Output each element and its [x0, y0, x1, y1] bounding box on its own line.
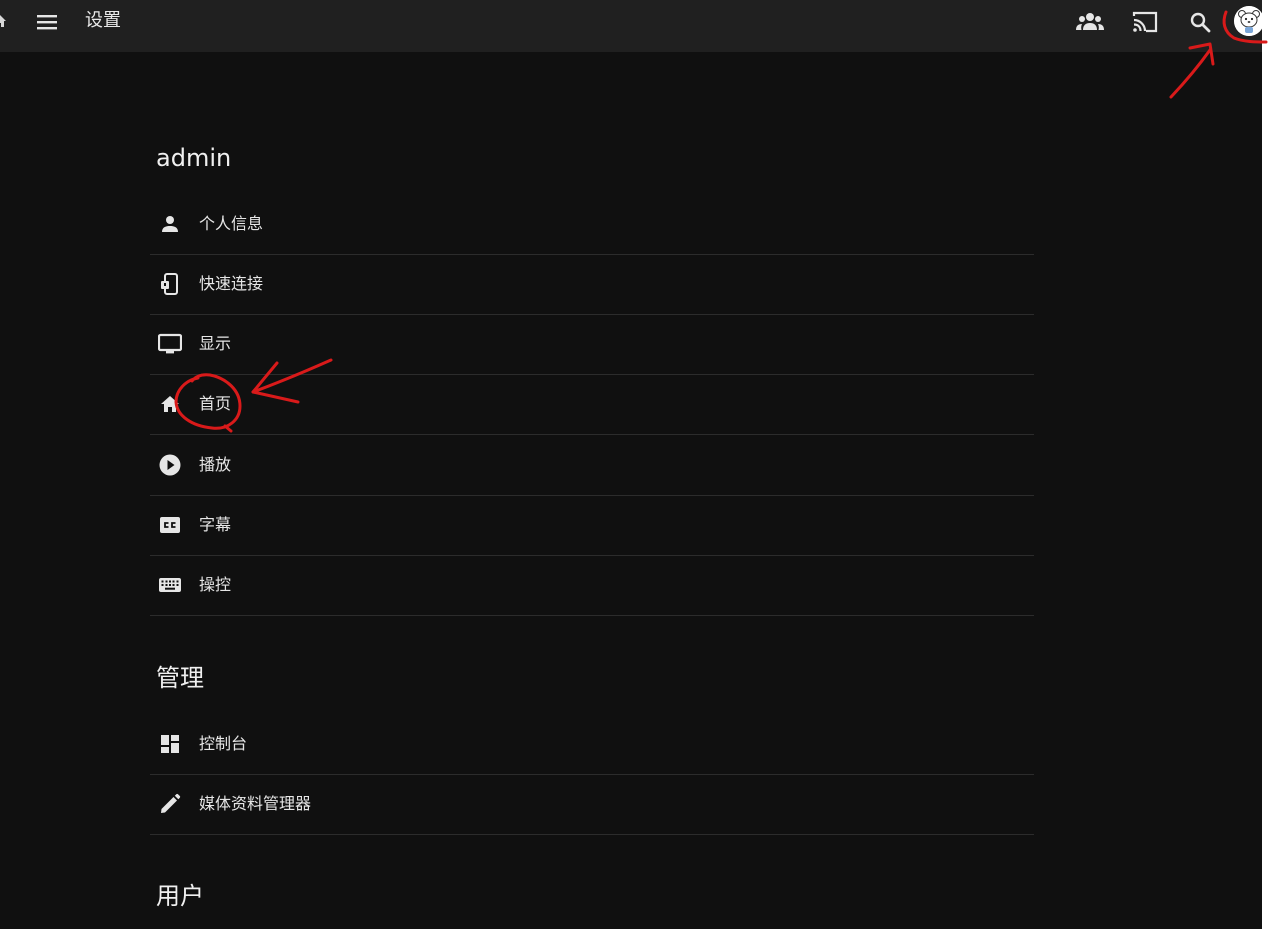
monitor-icon [158, 332, 182, 356]
settings-item-label: 首页 [199, 394, 232, 413]
avatar-image [1234, 6, 1262, 36]
settings-item-metadata-manager[interactable]: 媒体资料管理器 [150, 774, 1034, 835]
settings-item-label: 快速连接 [199, 274, 264, 293]
settings-item-label: 字幕 [199, 515, 232, 534]
dashboard-icon [158, 732, 182, 756]
window-edge [1262, 0, 1268, 929]
settings-item-label: 媒体资料管理器 [199, 794, 312, 813]
settings-item-subtitles[interactable]: 字幕 [150, 495, 1034, 556]
settings-item-quick-connect[interactable]: 快速连接 [150, 254, 1034, 315]
settings-item-home[interactable]: 首页 [150, 374, 1034, 435]
settings-item-label: 显示 [199, 334, 232, 353]
search-icon [1188, 10, 1212, 34]
home-icon [158, 392, 182, 416]
pencil-icon [158, 792, 182, 816]
settings-item-profile[interactable]: 个人信息 [150, 194, 1034, 255]
settings-item-playback[interactable]: 播放 [150, 435, 1034, 496]
cast-icon [1131, 10, 1159, 34]
menu-button[interactable] [34, 9, 60, 35]
settings-item-label: 播放 [199, 455, 232, 474]
page-title: 设置 [85, 10, 121, 31]
user-avatar-button[interactable] [1234, 6, 1262, 36]
settings-item-display[interactable]: 显示 [150, 314, 1034, 375]
person-icon [158, 212, 182, 236]
settings-item-label: 控制台 [199, 734, 248, 753]
play-circle-icon [158, 453, 182, 477]
settings-page: 设置 admin 个人信息 快速连接 显示 首页 播放 字幕 操控 管理 控制台… [0, 0, 1262, 929]
keyboard-icon [158, 573, 182, 597]
sync-play-button[interactable] [1076, 8, 1104, 36]
menu-icon [35, 10, 59, 34]
settings-item-label: 操控 [199, 575, 232, 594]
section-title-admin-tools: 管理 [156, 664, 204, 692]
settings-item-dashboard[interactable]: 控制台 [150, 714, 1034, 775]
section-title-admin: admin [156, 144, 232, 172]
home-icon[interactable] [0, 13, 6, 29]
settings-item-label: 个人信息 [199, 214, 264, 233]
search-button[interactable] [1186, 8, 1214, 36]
cast-button[interactable] [1131, 8, 1159, 36]
section-title-users: 用户 [156, 882, 204, 910]
top-app-bar: 设置 [0, 0, 1262, 52]
settings-item-controls[interactable]: 操控 [150, 555, 1034, 616]
closed-caption-icon [158, 513, 182, 537]
quick-connect-icon [158, 272, 182, 296]
people-icon [1076, 10, 1104, 34]
